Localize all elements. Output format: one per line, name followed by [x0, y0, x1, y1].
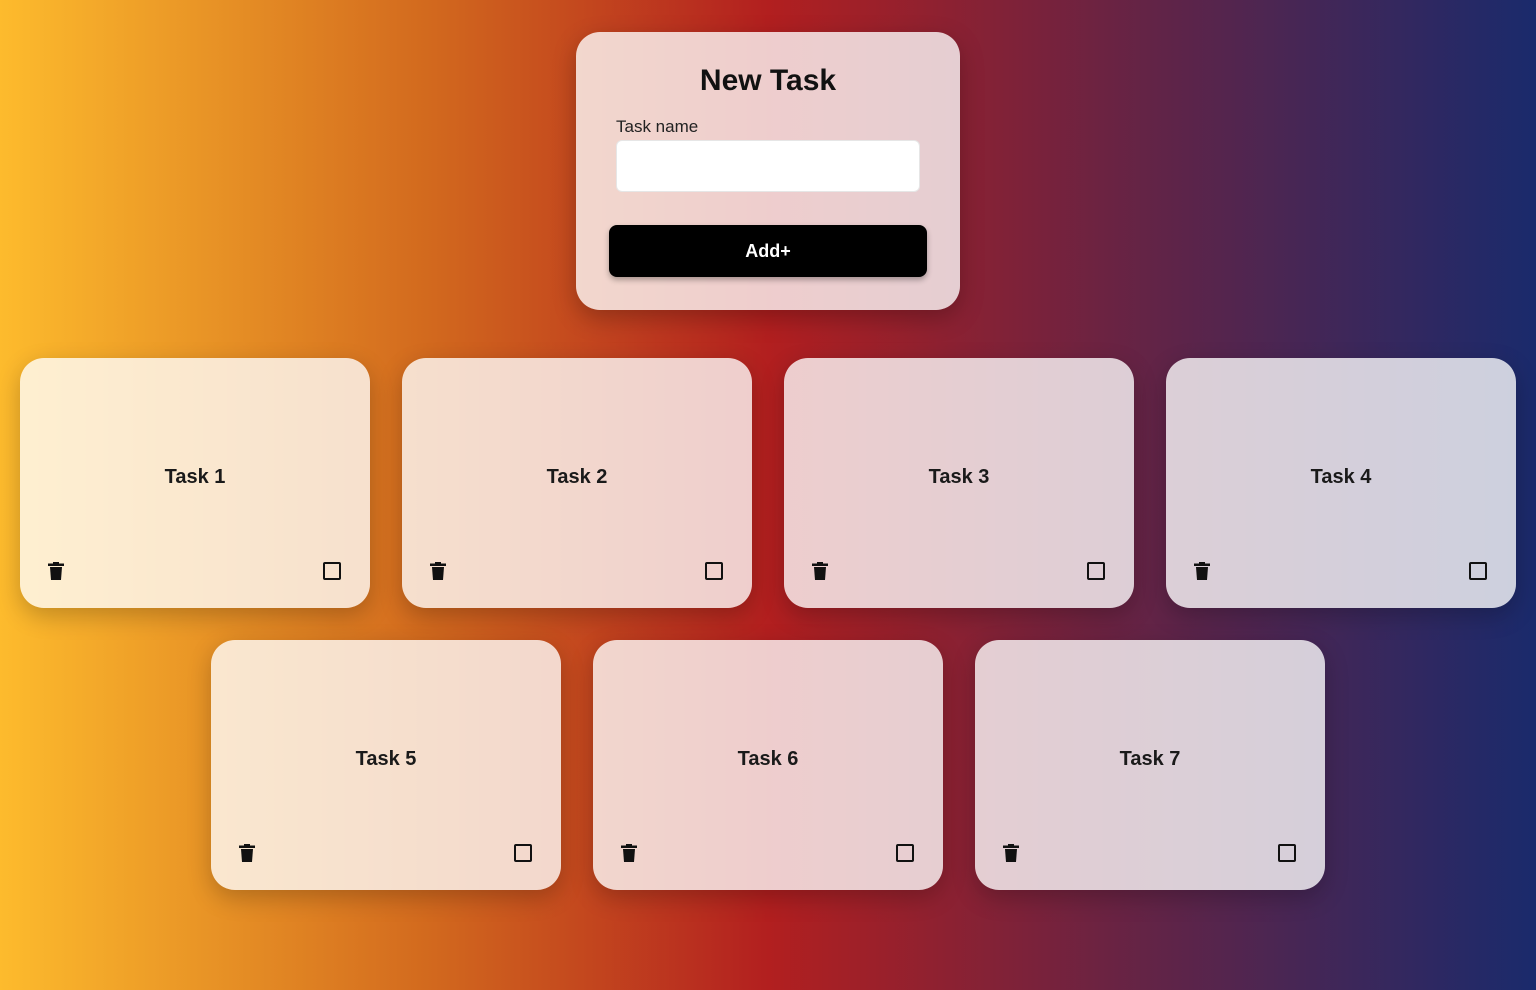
- add-task-button[interactable]: Add+: [609, 225, 927, 277]
- complete-checkbox[interactable]: [1087, 562, 1105, 580]
- task-title: Task 4: [1310, 466, 1372, 488]
- form-title: New Task: [699, 64, 837, 97]
- trash-icon[interactable]: [239, 844, 255, 862]
- task-name-label: Task name: [616, 117, 699, 136]
- task-title: Task 7: [1119, 748, 1181, 770]
- task-card: Task 4: [1166, 358, 1516, 608]
- trash-icon[interactable]: [1194, 562, 1210, 580]
- trash-icon[interactable]: [621, 844, 637, 862]
- new-task-form: New Task Task name Add+: [576, 32, 960, 310]
- task-card: Task 3: [784, 358, 1134, 608]
- task-title: Task 5: [355, 748, 417, 770]
- task-card: Task 5: [211, 640, 561, 890]
- task-card: Task 7: [975, 640, 1325, 890]
- trash-icon[interactable]: [430, 562, 446, 580]
- complete-checkbox[interactable]: [323, 562, 341, 580]
- complete-checkbox[interactable]: [1278, 844, 1296, 862]
- task-title: Task 3: [928, 466, 990, 488]
- trash-icon[interactable]: [812, 562, 828, 580]
- task-title: Task 1: [164, 466, 226, 488]
- task-title: Task 6: [737, 748, 799, 770]
- complete-checkbox[interactable]: [514, 844, 532, 862]
- complete-checkbox[interactable]: [705, 562, 723, 580]
- complete-checkbox[interactable]: [1469, 562, 1487, 580]
- task-title: Task 2: [546, 466, 608, 488]
- task-card: Task 1: [20, 358, 370, 608]
- task-card: Task 2: [402, 358, 752, 608]
- task-card: Task 6: [593, 640, 943, 890]
- task-name-input[interactable]: [616, 140, 920, 192]
- trash-icon[interactable]: [48, 562, 64, 580]
- complete-checkbox[interactable]: [896, 844, 914, 862]
- trash-icon[interactable]: [1003, 844, 1019, 862]
